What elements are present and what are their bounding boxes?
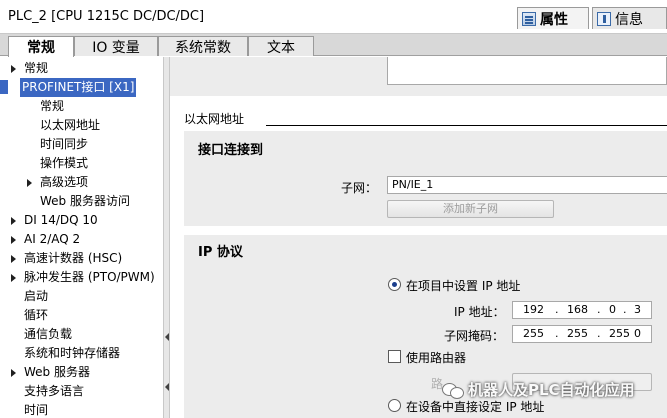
title-bar: PLC_2 [CPU 1215C DC/DC/DC] 属性 信息 — [0, 0, 667, 34]
info-tab-label: 信息 — [615, 11, 643, 28]
radio-set-on-device[interactable] — [388, 399, 401, 412]
collapsed-arrow-icon[interactable] — [11, 369, 16, 377]
nav-item[interactable]: 脉冲发生器 (PTO/PWM) — [24, 268, 155, 287]
ip-dot-1: . — [555, 303, 559, 316]
nav-item[interactable]: 操作模式 — [40, 154, 88, 173]
ip-protocol-title: IP 协议 — [198, 245, 243, 260]
mask-octet-2: 255 — [567, 327, 588, 340]
ip-dot-3: . — [623, 303, 627, 316]
watermark: 机器人及PLC自动化应用 — [442, 379, 635, 400]
use-router-label: 使用路由器 — [406, 351, 467, 365]
properties-icon — [522, 11, 536, 26]
collapsed-arrow-icon[interactable] — [11, 65, 16, 73]
nav-item[interactable]: 循环 — [24, 306, 48, 325]
comment-field[interactable] — [387, 57, 667, 85]
properties-tab[interactable]: 属性 — [517, 7, 589, 29]
section-divider — [266, 125, 667, 126]
ip-address-label: IP 地址： — [454, 305, 505, 319]
nav-item[interactable]: 支持多语言 — [24, 382, 84, 401]
splitter[interactable] — [163, 57, 170, 418]
properties-tab-label: 属性 — [540, 11, 568, 28]
tab-system-constants[interactable]: 系统常数 — [158, 36, 248, 56]
subnet-label: 子网： — [341, 181, 378, 195]
collapse-left-icon-2[interactable] — [165, 383, 169, 391]
ethernet-section-title: 以太网地址 — [184, 112, 245, 126]
collapsed-arrow-icon[interactable] — [11, 255, 16, 263]
nav-item[interactable]: 通信负载 — [24, 325, 72, 344]
nav-item[interactable]: 常规 — [40, 97, 64, 116]
use-router-checkbox[interactable] — [388, 350, 401, 363]
collapse-left-icon[interactable] — [165, 333, 169, 341]
selection-highlight — [0, 80, 8, 94]
mask-dot-2: . — [597, 327, 601, 340]
ip-octet-2: 168 — [567, 303, 588, 316]
properties-content: 以太网地址 接口连接到 子网： PN/IE_1 添加新子网 IP 协议 在项目中… — [170, 57, 667, 418]
nav-item[interactable]: PROFINET接口 [X1] — [20, 78, 137, 97]
tab-general[interactable]: 常规 — [8, 36, 74, 57]
interface-panel: 接口连接到 子网： PN/IE_1 添加新子网 — [184, 131, 667, 226]
tab-texts[interactable]: 文本 — [248, 36, 314, 56]
info-tab[interactable]: 信息 — [592, 7, 667, 29]
expanded-arrow-icon[interactable] — [11, 86, 19, 91]
subnet-mask-field[interactable]: 255 . 255 . 255 . 0 — [512, 325, 652, 343]
ip-address-field[interactable]: 192 . 168 . 0 . 3 — [512, 301, 652, 319]
wechat-icon — [442, 381, 464, 399]
interface-title: 接口连接到 — [198, 143, 264, 158]
nav-item[interactable]: 常规 — [24, 59, 48, 78]
mask-octet-4: 0 — [634, 327, 641, 340]
mask-octet-1: 255 — [523, 327, 544, 340]
nav-item[interactable]: AI 2/AQ 2 — [24, 230, 80, 249]
nav-item[interactable]: 高级选项 — [40, 173, 88, 192]
nav-item[interactable]: Web 服务器 — [24, 363, 90, 382]
option-set-in-project-label: 在项目中设置 IP 地址 — [406, 279, 521, 293]
radio-set-in-project[interactable] — [388, 278, 401, 291]
ip-octet-1: 192 — [523, 303, 544, 316]
nav-item[interactable]: 时间 — [24, 401, 48, 418]
nav-item[interactable]: 时间同步 — [40, 135, 88, 154]
watermark-text: 机器人及PLC自动化应用 — [468, 381, 635, 399]
nav-item[interactable]: 高速计数器 (HSC) — [24, 249, 122, 268]
nav-item[interactable]: 启动 — [24, 287, 48, 306]
ip-octet-4: 3 — [634, 303, 641, 316]
nav-item[interactable]: DI 14/DQ 10 — [24, 211, 98, 230]
collapsed-arrow-icon[interactable] — [11, 274, 16, 282]
collapsed-arrow-icon[interactable] — [27, 179, 32, 187]
ip-dot-2: . — [597, 303, 601, 316]
nav-item[interactable]: 系统和时钟存储器 — [24, 344, 120, 363]
subnet-mask-label: 子网掩码： — [444, 329, 505, 343]
property-tabs: 常规 IO 变量 系统常数 文本 — [0, 34, 667, 57]
mask-dot-3: . — [623, 327, 627, 340]
nav-item[interactable]: 以太网地址 — [40, 116, 100, 135]
collapsed-arrow-icon[interactable] — [11, 217, 16, 225]
add-subnet-button[interactable]: 添加新子网 — [387, 200, 554, 218]
subnet-select[interactable]: PN/IE_1 — [387, 176, 667, 194]
info-icon — [597, 11, 611, 26]
mask-octet-3: 255 — [609, 327, 630, 340]
ip-octet-3: 0 — [609, 303, 616, 316]
navigation-tree: 常规 PROFINET接口 [X1] 常规 以太网地址 时间同步 操作模式 高级选项 Web … — [0, 57, 163, 418]
nav-item[interactable]: Web 服务器访问 — [40, 192, 130, 211]
mask-dot-1: . — [555, 327, 559, 340]
option-set-on-device-label: 在设备中直接设定 IP 地址 — [406, 400, 545, 414]
tab-io-tags[interactable]: IO 变量 — [74, 36, 158, 56]
collapsed-arrow-icon[interactable] — [11, 236, 16, 244]
window-title: PLC_2 [CPU 1215C DC/DC/DC] — [8, 9, 205, 24]
